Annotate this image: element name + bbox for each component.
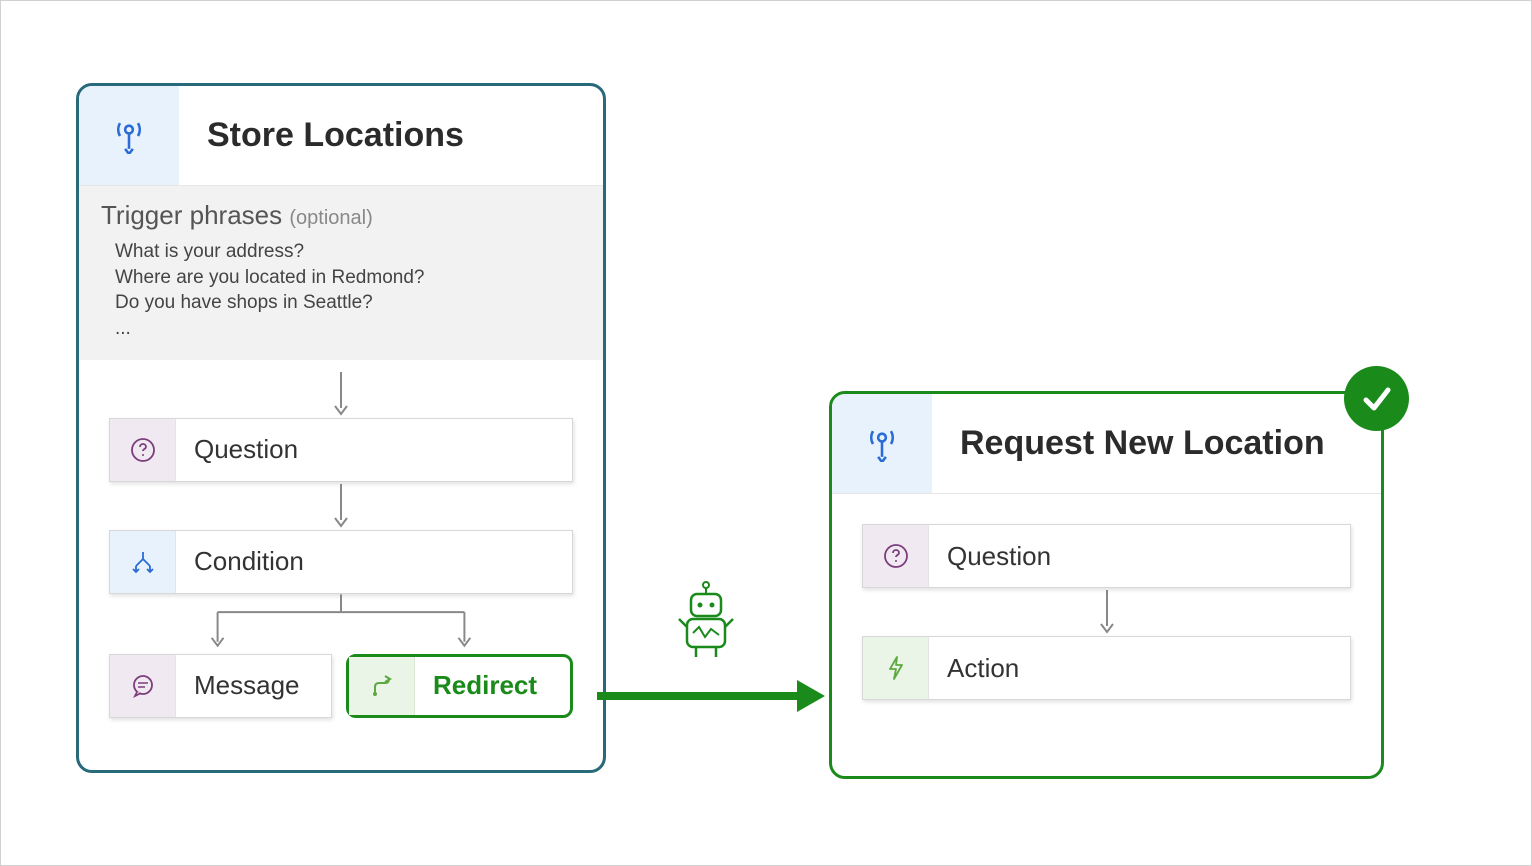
- topic-icon: [79, 86, 179, 186]
- flow-area-left: Question Condition: [79, 360, 603, 738]
- branch-row: Message Redirect: [109, 654, 573, 718]
- node-message[interactable]: Message: [109, 654, 332, 718]
- bot-icon: [671, 579, 741, 659]
- flow-arrow-down: [862, 588, 1351, 636]
- node-label: Redirect: [415, 670, 537, 701]
- node-label: Question: [176, 434, 298, 465]
- flow-arrow-down: [109, 370, 573, 418]
- node-label: Message: [176, 670, 300, 701]
- trigger-phrase: ...: [115, 316, 581, 342]
- topic-title: Store Locations: [179, 116, 464, 155]
- trigger-optional-text: (optional): [289, 207, 372, 229]
- message-icon: [110, 655, 176, 717]
- topic-header: Request New Location: [832, 394, 1381, 494]
- trigger-heading: Trigger phrases (optional): [101, 200, 581, 231]
- action-icon: [863, 637, 929, 699]
- node-label: Action: [929, 653, 1019, 684]
- condition-icon: [110, 531, 176, 593]
- topic-card-store-locations: Store Locations Trigger phrases (optiona…: [76, 83, 606, 773]
- node-label: Question: [929, 541, 1051, 572]
- question-icon: [110, 419, 176, 481]
- broadcast-icon: [113, 118, 145, 154]
- trigger-phrases-section: Trigger phrases (optional) What is your …: [79, 186, 603, 360]
- topic-card-request-new-location: Request New Location Question: [829, 391, 1384, 779]
- node-question[interactable]: Question: [109, 418, 573, 482]
- trigger-phrase: Do you have shops in Seattle?: [115, 290, 581, 316]
- topic-header: Store Locations: [79, 86, 603, 186]
- topic-icon: [832, 394, 932, 494]
- node-question[interactable]: Question: [862, 524, 1351, 588]
- trigger-phrase: What is your address?: [115, 239, 581, 265]
- trigger-phrase-list: What is your address? Where are you loca…: [101, 239, 581, 342]
- broadcast-icon: [866, 426, 898, 462]
- flow-area-right: Question Action: [832, 494, 1381, 720]
- redirect-arrow: [597, 676, 829, 716]
- flow-arrow-down: [109, 482, 573, 530]
- question-icon: [863, 525, 929, 587]
- topic-title: Request New Location: [932, 424, 1325, 463]
- trigger-phrase: Where are you located in Redmond?: [115, 265, 581, 291]
- node-condition[interactable]: Condition: [109, 530, 573, 594]
- branch-split: [109, 594, 573, 654]
- redirect-icon: [349, 657, 415, 715]
- check-badge-icon: [1344, 366, 1409, 431]
- trigger-heading-text: Trigger phrases: [101, 200, 282, 230]
- node-action[interactable]: Action: [862, 636, 1351, 700]
- node-redirect[interactable]: Redirect: [346, 654, 573, 718]
- node-label: Condition: [176, 546, 304, 577]
